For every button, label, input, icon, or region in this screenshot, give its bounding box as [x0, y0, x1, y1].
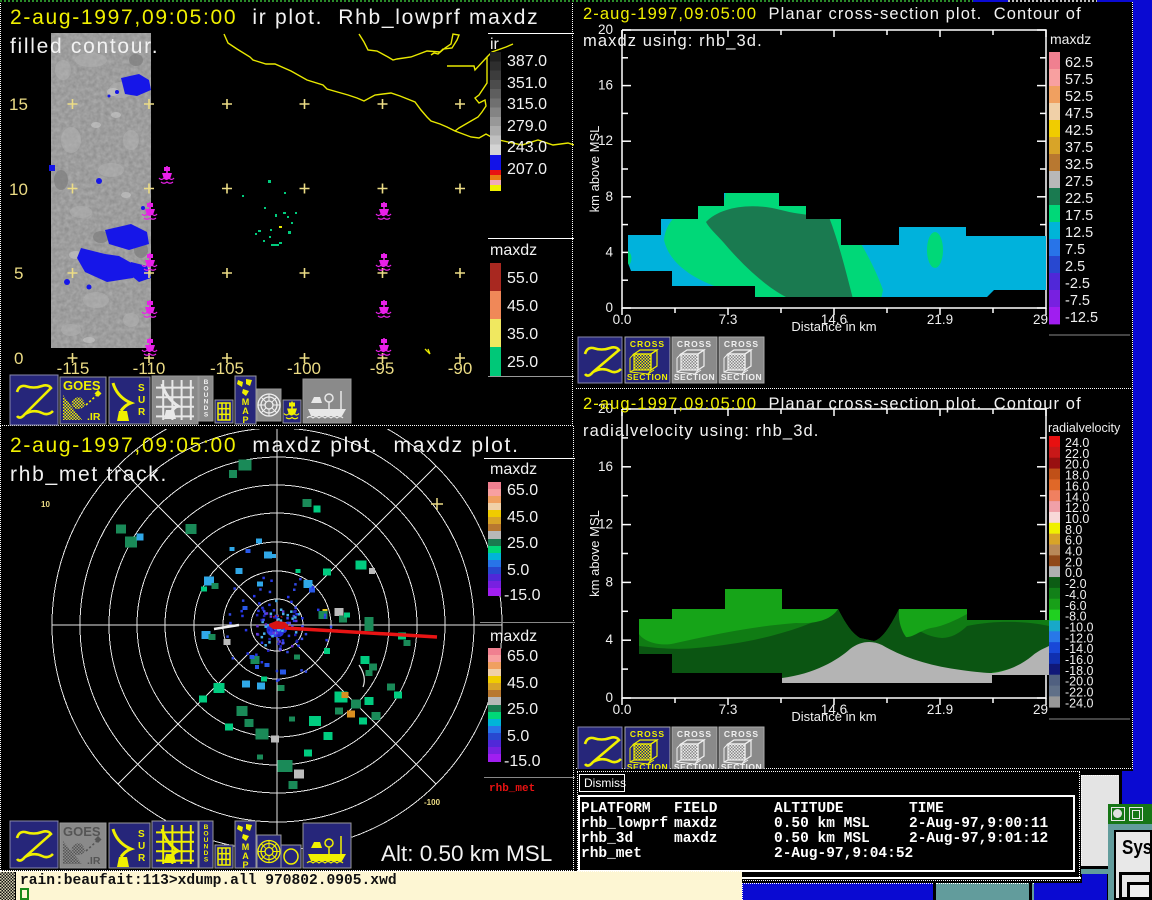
- svg-text:16: 16: [598, 78, 613, 93]
- svg-text:S: S: [138, 383, 145, 394]
- svg-text:16: 16: [598, 459, 613, 474]
- svg-text:62.5: 62.5: [1065, 55, 1093, 71]
- svg-text:21.9: 21.9: [927, 702, 953, 717]
- svg-text:4: 4: [605, 632, 613, 647]
- svg-text:R: R: [138, 853, 146, 864]
- svg-text:2.5: 2.5: [1065, 259, 1085, 275]
- svg-text:U: U: [138, 841, 145, 852]
- svg-text:21.9: 21.9: [927, 312, 953, 327]
- svg-text:47.5: 47.5: [1065, 106, 1093, 122]
- svg-text:SECTION: SECTION: [721, 762, 762, 769]
- svg-text:CROSS: CROSS: [724, 339, 759, 349]
- svg-text:7.3: 7.3: [719, 312, 738, 327]
- svg-text:-7.5: -7.5: [1065, 293, 1090, 309]
- svg-text:P: P: [242, 860, 248, 870]
- svg-text:8: 8: [605, 189, 613, 204]
- svg-text:4: 4: [605, 244, 613, 259]
- svg-text:R: R: [138, 407, 146, 418]
- svg-text:SECTION: SECTION: [627, 762, 668, 769]
- svg-text:-24.0: -24.0: [1065, 696, 1094, 710]
- svg-text:22.5: 22.5: [1065, 191, 1093, 207]
- svg-text:km above MSL: km above MSL: [587, 126, 602, 213]
- svg-text:7.3: 7.3: [719, 702, 738, 717]
- svg-text:S: S: [204, 412, 209, 419]
- svg-text:CROSS: CROSS: [630, 729, 665, 739]
- svg-text:37.5: 37.5: [1065, 140, 1093, 156]
- svg-text:CROSS: CROSS: [630, 339, 665, 349]
- svg-text:27.5: 27.5: [1065, 174, 1093, 190]
- svg-text:12.5: 12.5: [1065, 225, 1093, 241]
- svg-text:S: S: [138, 829, 145, 840]
- svg-text:SECTION: SECTION: [674, 762, 715, 769]
- svg-text:.IR: .IR: [87, 411, 101, 423]
- svg-text:-2.5: -2.5: [1065, 276, 1090, 292]
- svg-text:km above MSL: km above MSL: [587, 510, 602, 597]
- svg-text:GOES: GOES: [63, 824, 101, 839]
- svg-text:U: U: [138, 395, 145, 406]
- svg-text:-12.5: -12.5: [1065, 310, 1098, 326]
- svg-text:7.5: 7.5: [1065, 242, 1085, 258]
- svg-text:42.5: 42.5: [1065, 123, 1093, 139]
- svg-text:32.5: 32.5: [1065, 157, 1093, 173]
- svg-text:0.0: 0.0: [613, 702, 632, 717]
- svg-text:CROSS: CROSS: [677, 339, 712, 349]
- svg-text:P: P: [242, 415, 248, 425]
- svg-text:Distance in km: Distance in km: [791, 709, 876, 724]
- svg-text:S: S: [204, 857, 209, 864]
- svg-text:maxdz: maxdz: [1050, 31, 1091, 47]
- svg-text:52.5: 52.5: [1065, 89, 1093, 105]
- svg-text:radialvelocity: radialvelocity: [1048, 421, 1121, 435]
- svg-text:GOES: GOES: [63, 378, 101, 393]
- svg-text:17.5: 17.5: [1065, 208, 1093, 224]
- svg-text:CROSS: CROSS: [677, 729, 712, 739]
- svg-text:CROSS: CROSS: [724, 729, 759, 739]
- svg-text:8: 8: [605, 574, 613, 589]
- svg-text:Distance in km: Distance in km: [791, 319, 876, 334]
- svg-text:.IR: .IR: [87, 855, 101, 867]
- svg-text:29: 29: [1033, 312, 1048, 327]
- svg-text:57.5: 57.5: [1065, 72, 1093, 88]
- svg-text:0.0: 0.0: [613, 312, 632, 327]
- svg-text:29: 29: [1033, 702, 1048, 717]
